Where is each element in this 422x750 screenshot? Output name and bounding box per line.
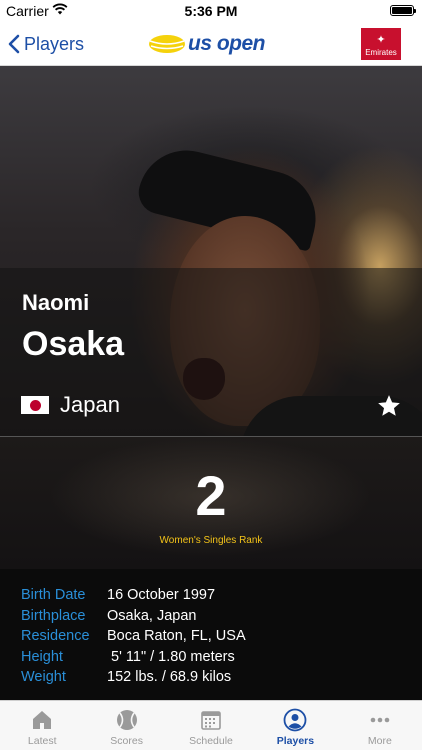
tab-more[interactable]: More [338,701,422,750]
bio-value: 16 October 1997 [107,587,216,603]
rank-label: Women's Singles Rank [159,535,263,546]
japan-flag-icon [21,396,49,414]
tennis-ball-icon [116,710,137,730]
rank-number: 2 [195,464,227,527]
us-open-logo: us open [148,28,278,60]
bio-label: Height [21,649,63,665]
status-time: 5:36 PM [184,3,238,19]
navigation-bar: Players us open ✦ Emirates [0,22,422,66]
tab-scores[interactable]: Scores [84,701,168,750]
logo-text: us open [188,32,266,55]
tab-label: More [367,735,392,747]
player-photo [0,66,422,436]
bio-label: Birthplace [21,608,86,624]
tab-schedule[interactable]: Schedule [169,701,253,750]
bio-value: 5' 11" / 1.80 meters [107,649,235,665]
back-button[interactable]: Players [8,30,84,58]
tab-label: Schedule [189,735,233,747]
back-button-label: Players [24,33,85,54]
bio-value: Osaka, Japan [107,608,197,624]
tab-players[interactable]: Players [253,701,337,750]
bio-label: Weight [21,669,66,685]
player-country: Japan [60,392,120,417]
bio-value: 152 lbs. / 68.9 kilos [107,669,232,685]
tab-bar: Latest Scores Schedule Players More [0,700,422,750]
bio-value: Boca Raton, FL, USA [107,628,246,644]
favorite-star-icon[interactable] [376,393,402,419]
tab-label: Scores [110,735,143,747]
status-bar: Carrier 5:36 PM [0,0,422,22]
player-first-name: Naomi [22,290,90,315]
emirates-logo: ✦ Emirates [361,28,401,60]
player-bio: Birth Date 16 October 1997 Birthplace Os… [0,569,422,700]
player-last-name: Osaka [22,325,125,363]
tab-label: Players [276,735,315,747]
sponsor-text: Emirates [365,48,397,57]
chevron-left-icon [8,34,20,54]
calendar-icon [201,711,221,730]
more-icon [370,717,390,723]
tab-latest[interactable]: Latest [0,701,84,750]
bio-label: Birth Date [21,587,86,603]
person-icon [284,708,307,732]
battery-icon [390,5,416,16]
tab-label: Latest [27,735,57,747]
home-icon [33,711,52,729]
emirates-emblem-icon: ✦ [376,34,386,46]
bio-label: Residence [21,628,90,644]
tennis-ball-logo-icon [149,35,185,53]
